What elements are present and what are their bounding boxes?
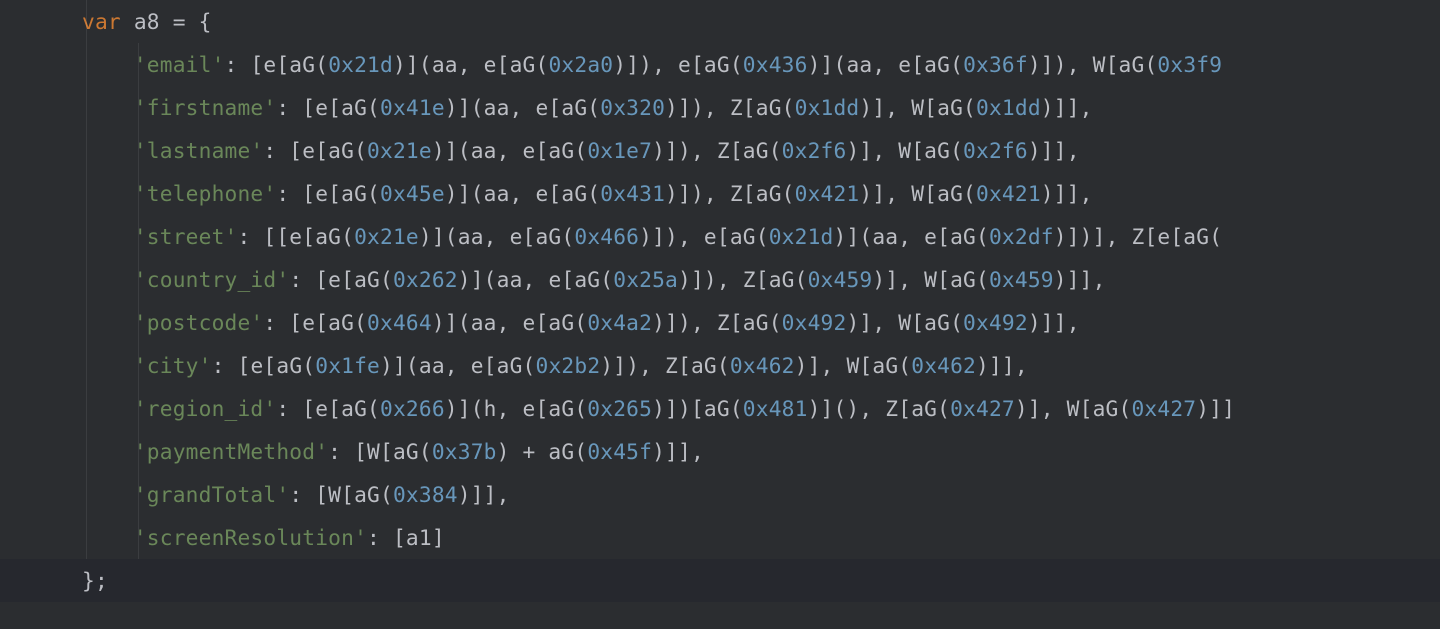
identifier: a8 — [134, 9, 160, 34]
hex-literal: 0x427 — [950, 396, 1015, 421]
hex-literal: 0x41e — [380, 95, 445, 120]
hex-literal: 0x431 — [600, 181, 665, 206]
hex-literal: 0x1e7 — [587, 138, 652, 163]
object-key: 'telephone' — [134, 181, 277, 206]
hex-literal: 0x2b2 — [536, 353, 601, 378]
code-line[interactable]: 'city': [e[aG(0x1fe)](aa, e[aG(0x2b2)]),… — [0, 344, 1440, 387]
code-line[interactable]: 'lastname': [e[aG(0x21e)](aa, e[aG(0x1e7… — [0, 129, 1440, 172]
hex-literal: 0x421 — [795, 181, 860, 206]
object-key: 'paymentMethod' — [134, 439, 328, 464]
hex-literal: 0x2a0 — [548, 52, 613, 77]
hex-literal: 0x427 — [1131, 396, 1196, 421]
hex-literal: 0x262 — [393, 267, 458, 292]
object-key: 'postcode' — [134, 310, 264, 335]
hex-literal: 0x436 — [743, 52, 808, 77]
hex-literal: 0x2df — [989, 224, 1054, 249]
object-key: 'grandTotal' — [134, 482, 289, 507]
code-line[interactable]: var a8 = { — [0, 0, 1440, 43]
code-line[interactable]: }; — [0, 559, 1440, 602]
hex-literal: 0x384 — [393, 482, 458, 507]
hex-literal: 0x2f6 — [963, 138, 1028, 163]
object-key: 'street' — [134, 224, 238, 249]
code-line[interactable]: 'firstname': [e[aG(0x41e)](aa, e[aG(0x32… — [0, 86, 1440, 129]
hex-literal: 0x37b — [432, 439, 497, 464]
hex-literal: 0x3f9 — [1157, 52, 1222, 77]
hex-literal: 0x45f — [587, 439, 652, 464]
hex-literal: 0x466 — [574, 224, 639, 249]
hex-literal: 0x462 — [911, 353, 976, 378]
hex-literal: 0x464 — [367, 310, 432, 335]
object-key: 'lastname' — [134, 138, 264, 163]
hex-literal: 0x45e — [380, 181, 445, 206]
hex-literal: 0x4a2 — [587, 310, 652, 335]
code-editor[interactable]: var a8 = { 'email': [e[aG(0x21d)](aa, e[… — [0, 0, 1440, 629]
hex-literal: 0x21d — [769, 224, 834, 249]
hex-literal: 0x1fe — [315, 353, 380, 378]
hex-literal: 0x1dd — [795, 95, 860, 120]
hex-literal: 0x492 — [963, 310, 1028, 335]
code-line[interactable]: 'grandTotal': [W[aG(0x384)]], — [0, 473, 1440, 516]
code-line[interactable]: 'screenResolution': [a1] — [0, 516, 1440, 559]
hex-literal: 0x320 — [600, 95, 665, 120]
keyword-var: var — [82, 9, 121, 34]
close-brace: }; — [82, 568, 108, 593]
hex-literal: 0x462 — [730, 353, 795, 378]
hex-literal: 0x459 — [808, 267, 873, 292]
hex-literal: 0x2f6 — [782, 138, 847, 163]
code-line[interactable]: 'street': [[e[aG(0x21e)](aa, e[aG(0x466)… — [0, 215, 1440, 258]
object-key: 'screenResolution' — [134, 525, 367, 550]
object-key: 'city' — [134, 353, 212, 378]
hex-literal: 0x21d — [328, 52, 393, 77]
code-line[interactable]: 'postcode': [e[aG(0x464)](aa, e[aG(0x4a2… — [0, 301, 1440, 344]
object-key: 'region_id' — [134, 396, 277, 421]
hex-literal: 0x421 — [976, 181, 1041, 206]
hex-literal: 0x459 — [989, 267, 1054, 292]
object-key: 'country_id' — [134, 267, 289, 292]
hex-literal: 0x25a — [613, 267, 678, 292]
code-line[interactable]: 'country_id': [e[aG(0x262)](aa, e[aG(0x2… — [0, 258, 1440, 301]
hex-literal: 0x36f — [963, 52, 1028, 77]
hex-literal: 0x1dd — [976, 95, 1041, 120]
object-key: 'firstname' — [134, 95, 277, 120]
hex-literal: 0x21e — [367, 138, 432, 163]
hex-literal: 0x266 — [380, 396, 445, 421]
hex-literal: 0x265 — [587, 396, 652, 421]
code-line[interactable]: 'telephone': [e[aG(0x45e)](aa, e[aG(0x43… — [0, 172, 1440, 215]
code-line[interactable]: 'paymentMethod': [W[aG(0x37b) + aG(0x45f… — [0, 430, 1440, 473]
hex-literal: 0x492 — [782, 310, 847, 335]
code-line[interactable]: 'region_id': [e[aG(0x266)](h, e[aG(0x265… — [0, 387, 1440, 430]
object-key: 'email' — [134, 52, 225, 77]
code-line[interactable]: 'email': [e[aG(0x21d)](aa, e[aG(0x2a0)])… — [0, 43, 1440, 86]
hex-literal: 0x21e — [354, 224, 419, 249]
hex-literal: 0x481 — [743, 396, 808, 421]
code-block[interactable]: var a8 = { 'email': [e[aG(0x21d)](aa, e[… — [0, 0, 1440, 602]
